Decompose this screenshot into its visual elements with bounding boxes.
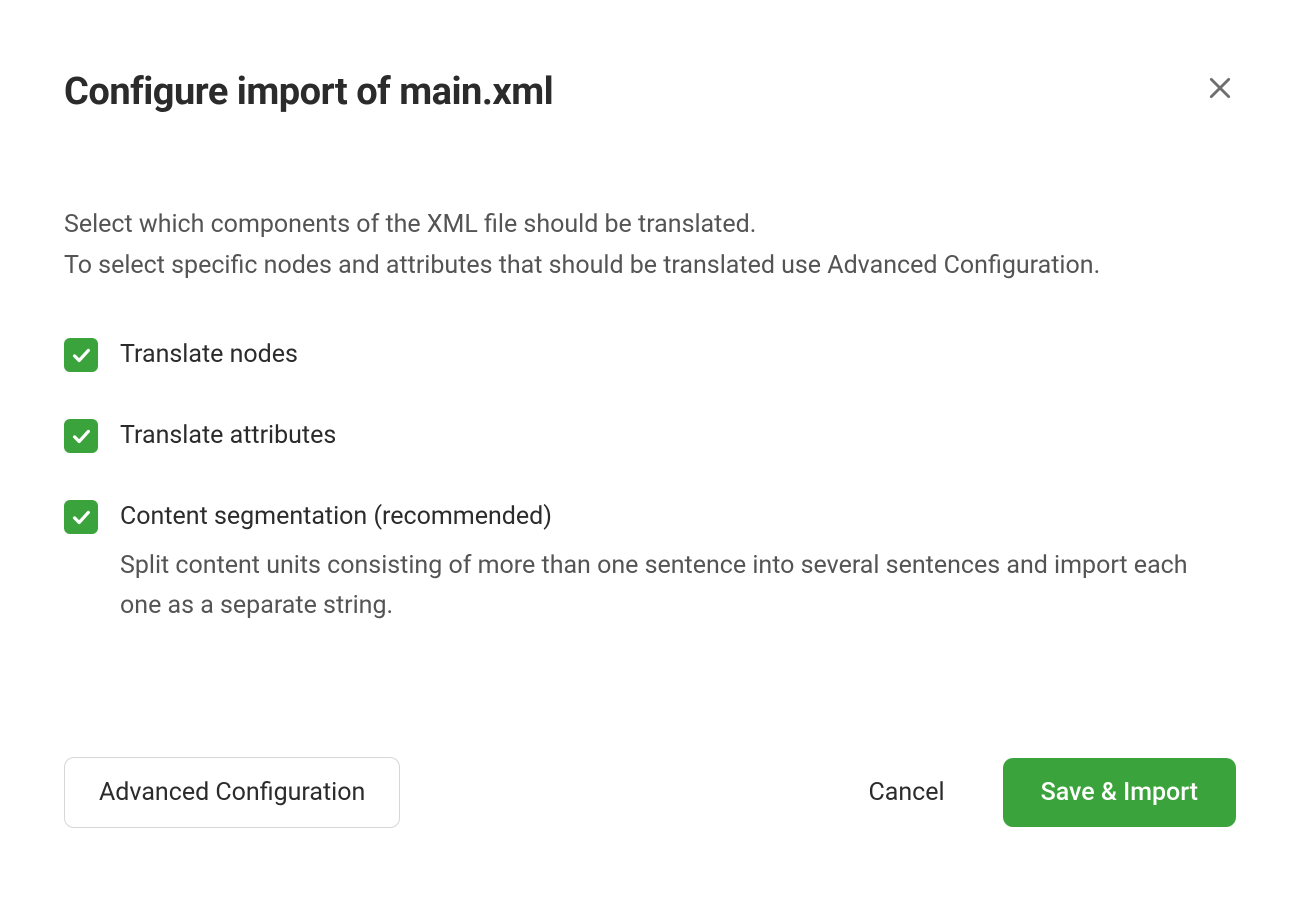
cancel-button[interactable]: Cancel bbox=[859, 758, 955, 827]
option-translate-attributes: Translate attributes bbox=[64, 418, 1236, 453]
option-help-text: Split content units consisting of more t… bbox=[120, 546, 1220, 627]
check-icon bbox=[70, 506, 92, 528]
checkbox-translate-nodes[interactable] bbox=[64, 338, 98, 372]
option-label[interactable]: Translate nodes bbox=[120, 337, 298, 372]
options-list: Translate nodes Translate attributes Con… bbox=[64, 337, 1236, 627]
check-icon bbox=[70, 344, 92, 366]
configure-import-dialog: Configure import of main.xml Select whic… bbox=[0, 0, 1300, 888]
close-button[interactable] bbox=[1204, 72, 1236, 104]
save-import-button[interactable]: Save & Import bbox=[1003, 758, 1236, 827]
dialog-footer: Advanced Configuration Cancel Save & Imp… bbox=[64, 757, 1236, 828]
advanced-configuration-button[interactable]: Advanced Configuration bbox=[64, 757, 400, 828]
option-text: Translate nodes bbox=[120, 337, 298, 372]
option-translate-nodes: Translate nodes bbox=[64, 337, 1236, 372]
dialog-title: Configure import of main.xml bbox=[64, 70, 1236, 114]
dialog-description-line1: Select which components of the XML file … bbox=[64, 210, 756, 239]
option-label[interactable]: Translate attributes bbox=[120, 418, 336, 453]
dialog-description: Select which components of the XML file … bbox=[64, 204, 1164, 287]
option-text: Content segmentation (recommended) Split… bbox=[120, 499, 1220, 627]
option-label[interactable]: Content segmentation (recommended) bbox=[120, 499, 1220, 534]
footer-right: Cancel Save & Import bbox=[859, 758, 1237, 827]
checkbox-translate-attributes[interactable] bbox=[64, 419, 98, 453]
option-text: Translate attributes bbox=[120, 418, 336, 453]
option-content-segmentation: Content segmentation (recommended) Split… bbox=[64, 499, 1236, 627]
checkbox-content-segmentation[interactable] bbox=[64, 500, 98, 534]
check-icon bbox=[70, 425, 92, 447]
dialog-description-line2: To select specific nodes and attributes … bbox=[64, 251, 1100, 280]
close-icon bbox=[1207, 75, 1233, 101]
